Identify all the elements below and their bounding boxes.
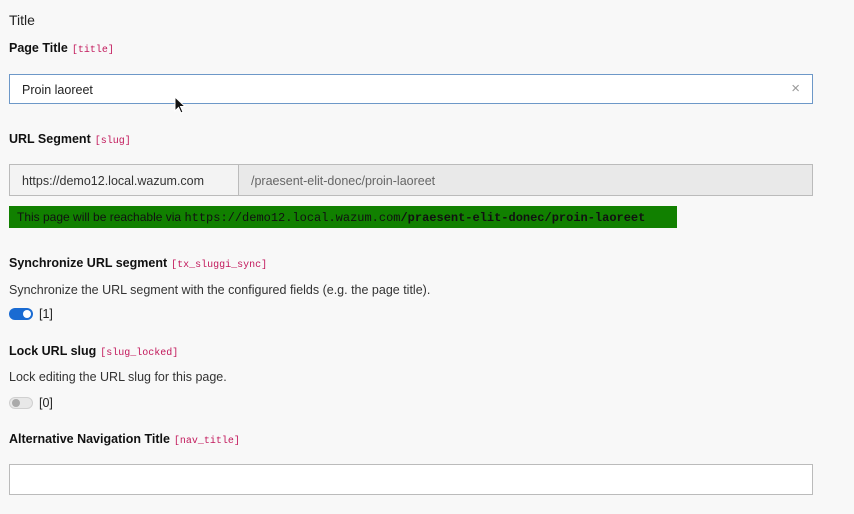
- toggle-knob-icon: [12, 399, 20, 407]
- sync-description: Synchronize the URL segment with the con…: [9, 283, 431, 297]
- url-segment-label-text: URL Segment: [9, 132, 91, 146]
- url-segment-label: URL Segment [slug]: [9, 132, 131, 147]
- page-title-value: Proin laoreet: [22, 83, 93, 97]
- lock-toggle-row: [0]: [9, 396, 53, 410]
- page-title-label-text: Page Title: [9, 41, 68, 55]
- lock-toggle[interactable]: [9, 397, 33, 409]
- url-segment-input[interactable]: /praesent-elit-donec/proin-laoreet: [238, 164, 813, 196]
- sync-label: Synchronize URL segment [tx_sluggi_sync]: [9, 256, 267, 271]
- section-title: Title: [9, 12, 35, 28]
- page-title-code: [title]: [71, 45, 114, 56]
- nav-title-code: [nav_title]: [173, 436, 240, 447]
- url-segment-prefix: https://demo12.local.wazum.com: [9, 164, 239, 196]
- reachable-url-prefix: This page will be reachable via: [17, 210, 185, 224]
- sync-toggle-row: [1]: [9, 307, 53, 321]
- nav-title-label-text: Alternative Navigation Title: [9, 432, 170, 446]
- lock-label-text: Lock URL slug: [9, 344, 97, 358]
- page-title-label: Page Title [title]: [9, 41, 114, 56]
- reachable-url-path: /praesent-elit-donec/proin-laoreet: [400, 211, 646, 225]
- reachable-url-host: https://demo12.local.wazum.com: [184, 211, 401, 225]
- page-title-input[interactable]: Proin laoreet ×: [9, 74, 813, 104]
- sync-value: [1]: [39, 307, 53, 321]
- mouse-pointer-icon: [174, 96, 187, 114]
- clear-icon[interactable]: ×: [791, 81, 800, 96]
- lock-label: Lock URL slug [slug_locked]: [9, 344, 178, 359]
- lock-code: [slug_locked]: [100, 348, 179, 359]
- nav-title-input[interactable]: [9, 464, 813, 495]
- url-segment-field: https://demo12.local.wazum.com /praesent…: [9, 164, 813, 196]
- lock-value: [0]: [39, 396, 53, 410]
- nav-title-label: Alternative Navigation Title [nav_title]: [9, 432, 240, 447]
- lock-description: Lock editing the URL slug for this page.: [9, 370, 227, 384]
- url-segment-code: [slug]: [94, 136, 131, 147]
- sync-code: [tx_sluggi_sync]: [171, 260, 268, 271]
- sync-label-text: Synchronize URL segment: [9, 256, 168, 270]
- toggle-knob-icon: [23, 310, 31, 318]
- reachable-url-note: This page will be reachable via https://…: [9, 206, 677, 228]
- sync-toggle[interactable]: [9, 308, 33, 320]
